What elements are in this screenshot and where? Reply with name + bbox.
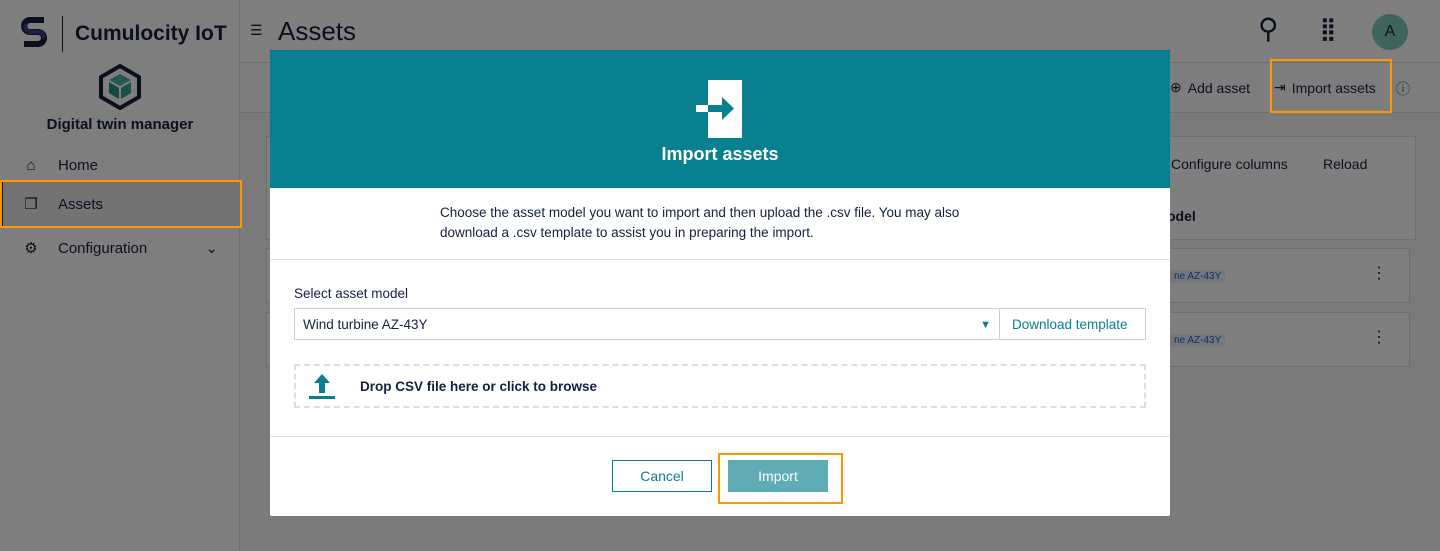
highlight-import-button <box>718 453 843 504</box>
caret-down-icon: ▼ <box>980 319 991 331</box>
divider <box>270 436 1170 437</box>
select-label: Select asset model <box>294 286 409 301</box>
divider <box>270 259 1170 260</box>
select-value: Wind turbine AZ-43Y <box>303 317 428 332</box>
highlight-assets <box>0 180 242 228</box>
import-icon <box>696 80 742 138</box>
modal-description: Choose the asset model you want to impor… <box>440 205 960 240</box>
modal-header: Import assets <box>270 50 1170 188</box>
asset-model-select[interactable]: Wind turbine AZ-43Y ▼ <box>294 308 1000 340</box>
cancel-button[interactable]: Cancel <box>612 460 712 492</box>
upload-icon <box>309 374 335 399</box>
highlight-import-assets <box>1270 59 1392 113</box>
download-template-button[interactable]: Download template <box>999 308 1146 340</box>
modal-title: Import assets <box>661 144 779 164</box>
csv-dropzone[interactable]: Drop CSV file here or click to browse <box>294 364 1146 408</box>
dropzone-text: Drop CSV file here or click to browse <box>360 378 598 394</box>
import-assets-modal: Import assets Choose the asset model you… <box>270 50 1170 516</box>
